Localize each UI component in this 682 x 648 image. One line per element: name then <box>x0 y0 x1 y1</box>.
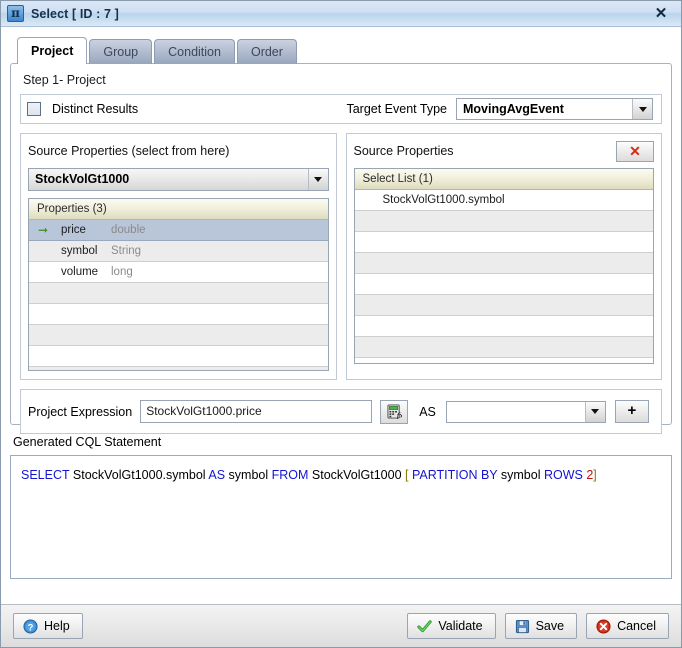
validate-button[interactable]: Validate <box>407 613 496 639</box>
cancel-icon <box>596 618 611 634</box>
cql-token: FROM <box>271 468 309 482</box>
select-list-header: Select List (1) <box>354 169 653 190</box>
cql-token: symbol <box>497 468 544 482</box>
table-row-empty[interactable] <box>29 283 328 304</box>
chevron-down-icon[interactable] <box>584 401 605 422</box>
target-event-type-label: Target Event Type <box>346 102 447 116</box>
generated-cql-label: Generated CQL Statement <box>13 435 162 449</box>
properties-panels: Source Properties (select from here) Sto… <box>20 133 662 380</box>
table-row-empty[interactable] <box>29 346 328 367</box>
select-list-panel: Source Properties ✕ Select List (1) Stoc… <box>345 133 662 380</box>
select-dialog: π Select [ ID : 7 ] ✕ Project Group Cond… <box>0 0 682 648</box>
distinct-results-label: Distinct Results <box>52 102 139 116</box>
cancel-button[interactable]: Cancel <box>586 613 669 639</box>
cql-token: ROWS <box>543 468 583 482</box>
source-stream-combo[interactable]: StockVolGt1000 <box>28 168 329 191</box>
tab-project[interactable]: Project <box>17 37 88 64</box>
dialog-content: Project Group Condition Order Step 1- Pr… <box>1 27 681 604</box>
source-properties-list[interactable]: Properties (3) ➞ price double symbol Str… <box>28 198 329 371</box>
window-title: Select [ ID : 7 ] <box>31 6 119 21</box>
table-row[interactable]: ➞ price double <box>29 220 328 241</box>
table-row[interactable]: symbol String <box>29 241 328 262</box>
list-item-empty[interactable] <box>354 337 653 358</box>
table-row-empty[interactable] <box>29 304 328 325</box>
function-calculator-icon[interactable]: fx <box>380 399 409 424</box>
cql-text: SELECT StockVolGt1000.symbol AS symbol F… <box>21 468 597 482</box>
list-item-empty[interactable] <box>354 232 653 253</box>
floppy-disk-icon <box>515 619 529 633</box>
step-label: Step 1- Project <box>23 73 106 87</box>
help-button-label: Help <box>44 619 70 633</box>
list-item-empty[interactable] <box>354 295 653 316</box>
cql-token: StockVolGt1000 <box>308 468 406 482</box>
property-type: double <box>111 224 146 236</box>
property-name: price <box>61 224 86 236</box>
svg-text:fx: fx <box>395 411 401 419</box>
save-button-label: Save <box>535 619 565 633</box>
source-stream-value: StockVolGt1000 <box>29 169 308 190</box>
source-properties-panel: Source Properties (select from here) Sto… <box>20 133 337 380</box>
distinct-results-bar: Distinct Results Target Event Type Movin… <box>20 94 662 124</box>
distinct-results-checkbox[interactable] <box>27 102 41 116</box>
cql-token: SELECT <box>21 468 70 482</box>
as-alias-combo[interactable] <box>445 400 606 423</box>
source-panel-title: Source Properties (select from here) <box>28 144 230 158</box>
select-panel-head: Source Properties ✕ <box>353 140 654 162</box>
table-row-empty[interactable] <box>29 325 328 346</box>
tab-order[interactable]: Order <box>236 39 297 64</box>
chevron-down-icon[interactable] <box>632 99 652 119</box>
property-type: long <box>111 266 133 278</box>
cql-token: ] <box>593 468 597 482</box>
list-item-empty[interactable] <box>354 316 653 337</box>
cancel-button-label: Cancel <box>617 619 656 633</box>
target-event-type-combo[interactable]: MovingAvgEvent <box>456 98 653 120</box>
checkmark-icon <box>417 619 432 632</box>
generated-cql-statement[interactable]: SELECT StockVolGt1000.symbol AS symbol F… <box>10 455 672 579</box>
property-name: symbol <box>61 245 98 257</box>
titlebar: π Select [ ID : 7 ] ✕ <box>1 1 681 27</box>
tab-strip: Project Group Condition Order <box>10 36 672 64</box>
save-button[interactable]: Save <box>504 613 578 639</box>
source-list-header: Properties (3) <box>29 199 328 220</box>
project-expression-label: Project Expression <box>28 404 133 419</box>
list-item-empty[interactable] <box>354 274 653 295</box>
cql-token: StockVolGt1000.symbol <box>69 468 209 482</box>
cql-token: symbol <box>225 468 272 482</box>
add-expression-button[interactable]: + <box>614 400 649 423</box>
pi-projection-icon: π <box>7 5 24 22</box>
list-item-empty[interactable] <box>354 253 653 274</box>
tab-group[interactable]: Group <box>89 39 153 64</box>
tab-condition[interactable]: Condition <box>154 39 235 64</box>
project-expression-bar: Project Expression StockVolGt1000.price … <box>20 389 662 434</box>
svg-text:?: ? <box>28 622 34 632</box>
project-expression-input[interactable]: StockVolGt1000.price <box>140 400 373 423</box>
as-label: AS <box>419 404 436 419</box>
select-list[interactable]: Select List (1) StockVolGt1000.symbol <box>353 168 654 364</box>
remove-selected-button[interactable]: ✕ <box>616 140 654 162</box>
table-row-empty[interactable] <box>29 367 328 370</box>
cql-token: AS <box>208 468 226 482</box>
chevron-down-icon[interactable] <box>307 169 328 190</box>
as-alias-value <box>447 402 585 422</box>
project-tab-panel: Step 1- Project Distinct Results Target … <box>10 63 672 434</box>
close-icon[interactable]: ✕ <box>651 4 671 24</box>
list-item[interactable]: StockVolGt1000.symbol <box>354 190 653 211</box>
dialog-footer: ? Help Validate Save Cancel <box>1 604 681 647</box>
table-row[interactable]: volume long <box>29 262 328 283</box>
select-panel-title: Source Properties <box>353 144 454 158</box>
property-type: String <box>111 245 142 257</box>
list-item-empty[interactable] <box>354 211 653 232</box>
property-name: volume <box>61 266 99 278</box>
help-button[interactable]: ? Help <box>13 613 83 639</box>
target-event-type-value: MovingAvgEvent <box>463 102 564 116</box>
cql-token: PARTITION BY <box>411 468 498 482</box>
source-panel-head: Source Properties (select from here) <box>28 140 329 162</box>
arrow-right-icon: ➞ <box>37 223 49 237</box>
validate-button-label: Validate <box>438 619 483 633</box>
cql-token: [ <box>405 468 409 482</box>
select-list-entry: StockVolGt1000.symbol <box>382 194 505 206</box>
help-icon: ? <box>23 618 38 634</box>
